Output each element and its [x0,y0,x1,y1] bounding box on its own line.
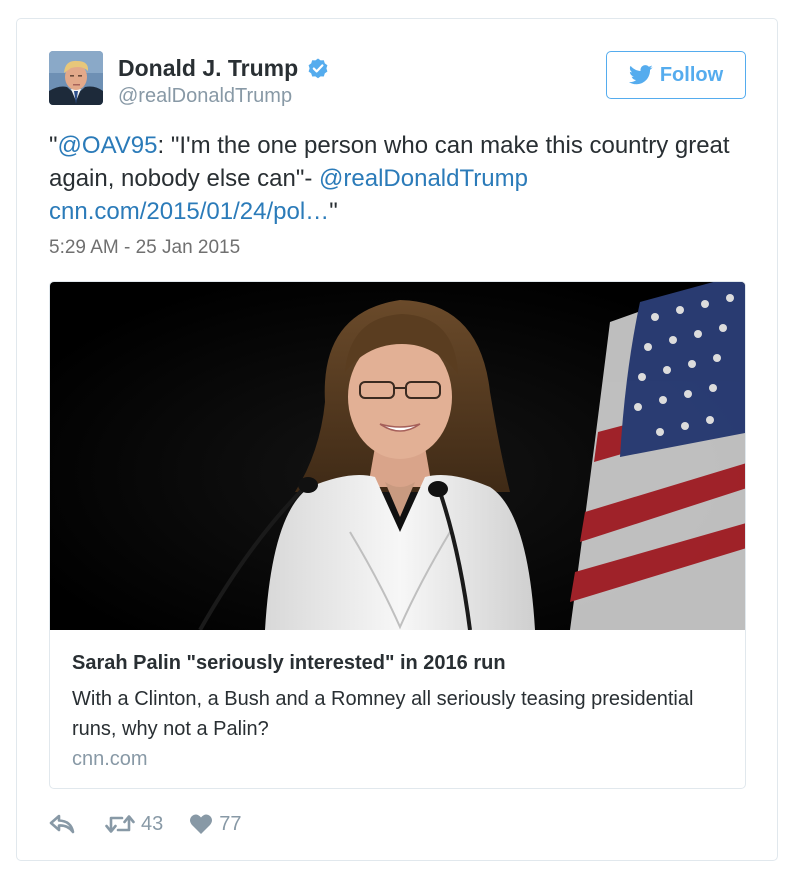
quote-close: " [329,198,338,225]
author-name[interactable]: Donald J. Trump [118,55,298,82]
author-handle[interactable]: @realDonaldTrump [118,85,292,108]
retweet-count: 43 [141,812,164,835]
tweet-text: "@OAV95: "I'm the one person who can mak… [49,129,759,228]
card-description: With a Clinton, a Bush and a Romney all … [72,688,694,740]
reply-button[interactable] [49,813,75,835]
card-title[interactable]: Sarah Palin "seriously interested" in 20… [72,652,506,675]
follow-button-label: Follow [659,63,724,86]
mention-oav95[interactable]: @OAV95 [58,132,158,159]
card-image[interactable] [50,282,745,630]
tweet-timestamp[interactable]: 5:29 AM - 25 Jan 2015 [49,237,240,259]
follow-button[interactable]: Follow [606,51,746,99]
tweet-actions: 43 77 [49,809,242,839]
verified-badge-icon [308,58,328,78]
article-link[interactable]: cnn.com/2015/01/24/pol… [49,198,329,225]
mention-realdonaldtrump[interactable]: @realDonaldTrump [319,165,528,192]
retweet-button[interactable]: 43 [105,813,163,836]
reply-icon [49,814,75,834]
like-count: 77 [219,812,242,835]
retweet-icon [105,815,135,833]
avatar[interactable] [49,51,103,105]
heart-icon [190,814,213,834]
quote-open: " [49,132,58,159]
embedded-tweet: Donald J. Trump @realDonaldTrump Follow … [16,18,778,861]
twitter-bird-icon [628,65,653,85]
link-card[interactable]: Sarah Palin "seriously interested" in 20… [49,281,746,789]
like-button[interactable]: 77 [189,812,242,836]
card-domain: cnn.com [72,748,148,770]
